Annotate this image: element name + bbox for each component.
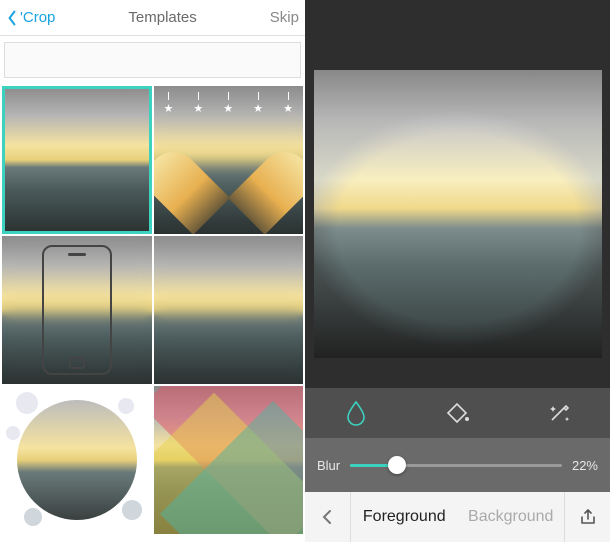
magic-tool-button[interactable] (545, 399, 573, 427)
paint-bucket-icon (444, 401, 470, 425)
background-tab[interactable]: Background (458, 492, 565, 542)
templates-header: 'Crop Templates Skip (0, 0, 305, 36)
bottom-bar: Foreground Background (305, 492, 610, 542)
layer-segment: Foreground Background (351, 492, 564, 542)
chevron-left-icon (320, 509, 336, 525)
skip-button[interactable]: Skip (270, 9, 299, 26)
blur-slider[interactable] (350, 464, 562, 467)
template-geometric[interactable] (154, 386, 304, 534)
blur-slider-row: Blur 22% (305, 438, 610, 492)
foreground-tab[interactable]: Foreground (351, 492, 458, 542)
page-title: Templates (128, 9, 196, 26)
back-button[interactable]: 'Crop (6, 9, 55, 26)
fill-tool-button[interactable] (443, 399, 471, 427)
share-button[interactable] (564, 492, 610, 542)
slider-thumb[interactable] (388, 456, 406, 474)
droplet-icon (345, 400, 367, 426)
slider-label: Blur (317, 458, 340, 473)
image-preview[interactable] (314, 70, 602, 358)
template-strip[interactable] (4, 42, 301, 78)
star-decoration: ★★★★★ (154, 92, 304, 115)
template-plain[interactable] (2, 86, 152, 234)
magic-wand-icon (547, 401, 571, 425)
preview-area (305, 0, 610, 388)
phone-outline-icon (42, 245, 112, 375)
template-blur[interactable] (154, 236, 304, 384)
template-phone[interactable] (2, 236, 152, 384)
templates-panel: 'Crop Templates Skip ★★★★★ (0, 0, 305, 542)
template-circle[interactable] (2, 386, 152, 534)
tool-row (305, 388, 610, 438)
templates-grid: ★★★★★ (0, 84, 305, 542)
editor-panel: Blur 22% Foreground Background (305, 0, 610, 542)
chevron-left-icon (6, 10, 18, 26)
template-heart[interactable]: ★★★★★ (154, 86, 304, 234)
editor-back-button[interactable] (305, 492, 351, 542)
back-label: 'Crop (20, 9, 55, 26)
blur-tool-button[interactable] (342, 399, 370, 427)
share-icon (579, 508, 597, 526)
slider-value: 22% (572, 458, 598, 473)
